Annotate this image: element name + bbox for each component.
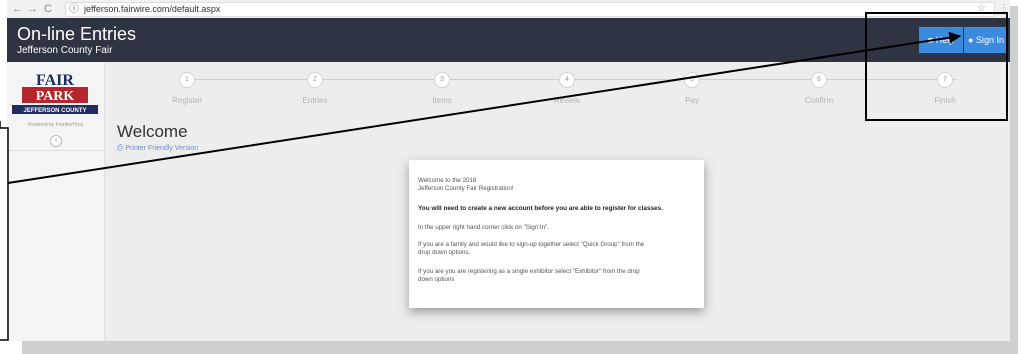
browser-toolbar: ← → C ⓘ jefferson.fairwire.com/default.a…: [7, 0, 1010, 19]
step-label: Review: [553, 96, 581, 105]
card-line: Welcome to the 2018: [418, 177, 477, 184]
app-header: On-line Entries Jefferson County Fair ■ …: [7, 18, 1010, 62]
step-pay: 5 Pay: [652, 72, 732, 105]
app-title: On-line Entries: [17, 24, 137, 44]
forward-icon[interactable]: →: [27, 3, 38, 15]
back-icon[interactable]: ←: [12, 3, 23, 15]
card-line: In the upper right hand corner click on …: [418, 224, 549, 231]
card-line: If you are you are registering as a sing…: [418, 268, 640, 275]
step-number: 3: [434, 72, 450, 88]
frame-shadow-bottom: [22, 341, 1018, 354]
step-number: 5: [684, 72, 700, 88]
card-bold-line: You will need to create a new account be…: [418, 205, 663, 212]
step-label: Items: [432, 96, 452, 105]
logo-band-text: JEFFERSON COUNTY: [23, 108, 86, 114]
sidebar-divider: [7, 150, 104, 151]
step-label: Entries: [302, 96, 328, 105]
app-subtitle: Jefferson County Fair: [17, 45, 113, 56]
step-number: 6: [811, 72, 827, 88]
step-number: 4: [559, 72, 575, 88]
printer-icon: ⎙: [117, 143, 124, 152]
sign-in-label: Sign In: [975, 35, 1004, 45]
user-icon: ●: [968, 35, 974, 45]
step-number: 2: [307, 72, 323, 88]
site-info-icon[interactable]: ⓘ: [69, 3, 79, 16]
step-label: Confirm: [804, 96, 833, 105]
url-text[interactable]: jefferson.fairwire.com/default.aspx: [84, 3, 220, 16]
step-review: 4 Review: [527, 72, 607, 105]
welcome-card: Welcome to the 2018 Jefferson County Fai…: [409, 160, 704, 308]
collapse-sidebar-icon[interactable]: ‹: [50, 135, 62, 147]
step-finish: 7 Finish: [905, 72, 985, 105]
fair-park-logo: FAIR PARK JEFFERSON COUNTY: [12, 72, 98, 114]
sign-in-button[interactable]: ● Sign In: [964, 27, 1008, 53]
step-confirm: 6 Confirm: [779, 72, 859, 105]
card-line: down options: [418, 276, 455, 283]
card-line: If you are a family and would like to si…: [418, 241, 645, 248]
registration-steps: 1 Register 2 Entries 3 Items 4 Review 5 …: [107, 62, 1010, 122]
logo-line1: FAIR: [36, 72, 74, 89]
help-icon: ■: [927, 35, 934, 45]
card-line: drop down options.: [418, 249, 471, 256]
browser-menu-icon[interactable]: ⋮: [999, 3, 1009, 15]
printer-link-label: Printer Friendly Version: [125, 145, 199, 152]
page-title: Welcome: [117, 122, 188, 141]
browser-window: ← → C ⓘ jefferson.fairwire.com/default.a…: [7, 0, 1010, 341]
step-label: Finish: [934, 96, 956, 105]
step-register: 1 Register: [147, 72, 227, 105]
reload-icon[interactable]: C: [44, 3, 52, 15]
powered-by-text: Powered by FrontierHost: [27, 122, 84, 128]
help-label: Help: [935, 35, 955, 45]
step-items: 3 Items: [402, 72, 482, 105]
logo-line2: PARK: [36, 89, 75, 104]
step-label: Register: [172, 96, 202, 105]
step-number: 1: [179, 72, 195, 88]
bookmark-star-icon[interactable]: ☆: [977, 3, 986, 15]
address-bar[interactable]: ⓘ jefferson.fairwire.com/default.aspx: [65, 2, 995, 17]
sidebar: FAIR PARK JEFFERSON COUNTY Powered by Fr…: [7, 62, 105, 341]
help-button[interactable]: ■ Help: [919, 27, 963, 53]
step-label: Pay: [685, 96, 699, 105]
card-line: Jefferson County Fair Registration!: [418, 185, 514, 192]
step-entries: 2 Entries: [275, 72, 355, 105]
step-number: 7: [937, 72, 953, 88]
frame-shadow-right: [1010, 6, 1018, 347]
printer-friendly-link[interactable]: ⎙ Printer Friendly Version: [117, 143, 198, 153]
